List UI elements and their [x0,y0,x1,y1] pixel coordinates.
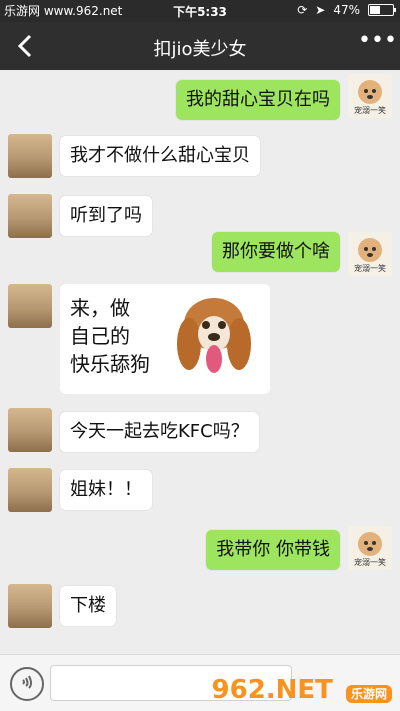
avatar-me[interactable]: 宠溺一笑 [348,526,392,570]
sticker-message[interactable]: 来，做自己的快乐舔狗 [60,284,270,394]
battery-percentage: 47% [333,3,360,17]
chat-title: 扣jio美少女 [153,39,247,60]
avatar-friend[interactable] [8,584,52,628]
message-bubble-left[interactable]: 姐妹！！ [60,470,152,510]
message-text: 我带你 你带钱 [216,539,330,560]
avatar-friend[interactable] [8,408,52,452]
message-bubble-left[interactable]: 听到了吗 [60,196,152,236]
message-text: 我的甜心宝贝在吗 [186,89,330,110]
dog-sticker-icon [177,298,251,373]
sticker-text-line: 自己的 [70,324,130,348]
status-right: ⟳ ➤ 47% [297,3,396,17]
message-text: 我才不做什么甜心宝贝 [70,145,250,166]
avatar-me[interactable]: 宠溺一笑 [348,232,392,276]
sticker-text-line: 来，做 [70,296,130,320]
sticker-text-line: 快乐舔狗 [70,352,150,376]
avatar-friend[interactable] [8,468,52,512]
location-icon: ➤ [315,3,326,17]
logo-main: 962.NET [211,675,333,705]
message-text: 下楼 [70,595,106,616]
avatar-friend[interactable] [8,194,52,238]
chat-area[interactable]: 我的甜心宝贝在吗 宠溺一笑 我才不做什么甜心宝贝 听到了吗 那你要做个啥 宠溺一… [0,70,400,654]
avatar-caption: 宠溺一笑 [354,558,386,567]
message-text: 听到了吗 [70,205,142,226]
more-dots-icon: ••• [358,28,397,53]
message-bubble-right[interactable]: 我带你 你带钱 [206,530,340,570]
message-bubble-left[interactable]: 今天一起去吃KFC吗？ [60,412,259,452]
input-bar: 962.NET 乐游网 [0,654,400,711]
message-text: 那你要做个啥 [222,241,330,262]
rotation-lock-icon: ⟳ [297,3,308,17]
sticker-text: 来，做自己的快乐舔狗 [70,294,150,378]
message-bubble-left[interactable]: 下楼 [60,586,116,626]
message-bubble-left[interactable]: 我才不做什么甜心宝贝 [60,136,260,176]
more-button[interactable]: ••• [358,30,397,56]
avatar-friend[interactable] [8,134,52,178]
message-text: 姐妹！！ [70,479,142,500]
site-logo: 962.NET 乐游网 [212,675,392,705]
message-text: 今天一起去吃KFC吗？ [70,421,249,442]
voice-button[interactable] [10,667,44,701]
chat-header: 扣jio美少女 ••• [0,22,400,70]
logo-sub: 乐游网 [345,685,392,703]
avatar-friend[interactable] [8,284,52,328]
battery-fill [370,6,380,14]
avatar-caption: 宠溺一笑 [354,106,386,115]
avatar-caption: 宠溺一笑 [354,264,386,273]
message-bubble-right[interactable]: 我的甜心宝贝在吗 [176,80,340,120]
status-bar: 乐游网 www.962.net 下午5:33 ⟳ ➤ 47% [0,0,400,22]
avatar-me[interactable]: 宠溺一笑 [348,74,392,118]
message-bubble-right[interactable]: 那你要做个啥 [212,232,340,272]
voice-icon [22,675,32,689]
battery-icon [368,4,396,16]
